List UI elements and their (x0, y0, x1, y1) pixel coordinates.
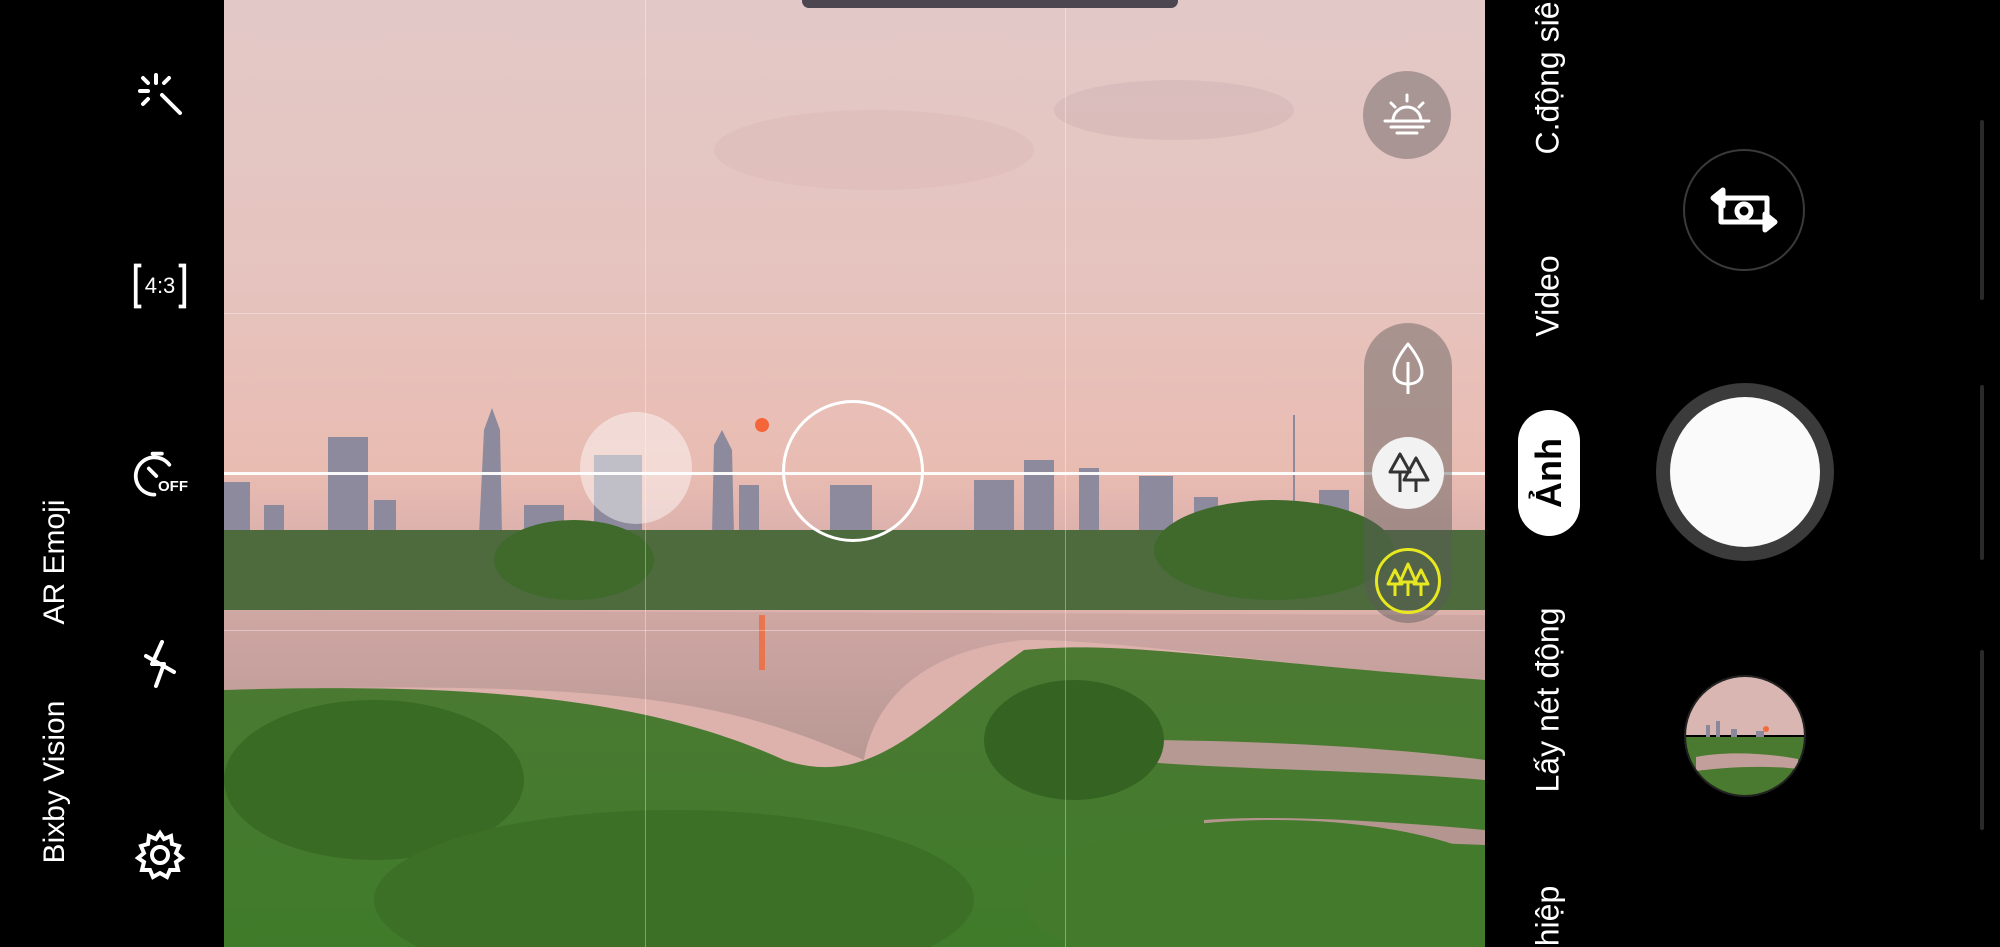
scrollbar-track[interactable] (1980, 650, 1984, 830)
scrollbar-track[interactable] (1980, 385, 1984, 560)
aspect-ratio-button[interactable]: 4:3 (130, 258, 190, 314)
flash-off-icon[interactable] (132, 636, 188, 692)
three-trees-icon (1386, 562, 1430, 596)
mode-bixby-vision[interactable]: Bixby Vision (38, 701, 72, 864)
mode-live-focus[interactable]: Lấy nét động (1530, 607, 1567, 792)
grid-line-horizontal (224, 313, 1485, 314)
zoom-option-telephoto[interactable] (1373, 333, 1443, 403)
mode-super-slow-motion[interactable]: C.động siê (1530, 2, 1567, 155)
settings-gear-icon[interactable] (132, 827, 188, 883)
horizon-level-indicator (580, 412, 692, 524)
mode-photo[interactable]: Ảnh (1528, 438, 1570, 508)
scene-optimizer-button[interactable] (1363, 71, 1451, 159)
timer-button[interactable]: OFF (130, 448, 190, 504)
mode-video[interactable]: Video (1530, 255, 1567, 336)
zoom-lens-selector (1364, 323, 1452, 623)
top-drag-handle[interactable] (802, 0, 1178, 8)
shutter-button[interactable] (1656, 383, 1834, 561)
mode-ar-emoji[interactable]: AR Emoji (38, 499, 72, 624)
shutter-button-inner (1670, 397, 1820, 547)
camera-viewfinder[interactable] (224, 0, 1485, 947)
gallery-thumbnail-image (1686, 677, 1804, 795)
zoom-option-ultrawide[interactable] (1375, 548, 1441, 614)
switch-camera-button[interactable] (1683, 149, 1805, 271)
horizon-level-ring (782, 400, 924, 542)
timer-off-label: OFF (158, 478, 188, 495)
two-trees-icon (1388, 452, 1430, 492)
magic-wand-icon[interactable] (132, 69, 188, 125)
single-tree-icon (1392, 342, 1424, 394)
aspect-ratio-label: 4:3 (144, 273, 176, 298)
camera-app: Bixby Vision AR Emoji 4:3 OFF C.động siê… (0, 0, 2000, 947)
gallery-thumbnail[interactable] (1684, 675, 1806, 797)
timer-off-icon (133, 451, 172, 497)
switch-camera-icon (1710, 187, 1778, 233)
sunrise-icon (1383, 93, 1431, 135)
grid-line-horizontal (224, 630, 1485, 631)
zoom-option-wide[interactable] (1372, 437, 1444, 509)
mode-more[interactable]: hiệp (1530, 886, 1567, 947)
scrollbar-track[interactable] (1980, 120, 1984, 300)
